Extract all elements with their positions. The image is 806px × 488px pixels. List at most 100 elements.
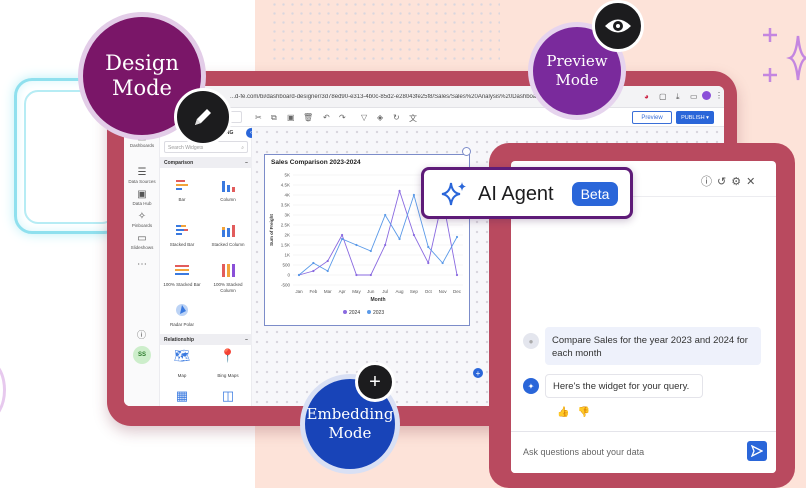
- widget-bar[interactable]: Bar: [160, 177, 204, 203]
- undo-icon[interactable]: ↶: [323, 113, 330, 122]
- legend-label: 2023: [373, 310, 384, 316]
- copy-icon[interactable]: ⧉: [271, 113, 277, 123]
- stacked-bar-icon: [160, 222, 204, 240]
- thumbs-up-icon[interactable]: 👍: [557, 407, 577, 418]
- ai-bot-icon: ✦: [523, 378, 539, 394]
- resize-handle[interactable]: [462, 147, 471, 156]
- help-icon[interactable]: ⓘ: [701, 176, 717, 188]
- x-tick-label: Dec: [453, 289, 462, 294]
- chart-title: Sales Comparison 2023-2024: [271, 159, 361, 166]
- widget-bing-maps[interactable]: 📍 Bing Maps: [206, 349, 250, 379]
- badge-line: Mode: [555, 71, 599, 89]
- dot-pattern: [270, 0, 500, 60]
- publish-button[interactable]: PUBLISH ▾: [676, 111, 714, 124]
- help-icon[interactable]: ⓘ: [137, 328, 146, 341]
- y-tick-label: 5K: [284, 173, 290, 178]
- section-label: Relationship: [164, 337, 195, 343]
- rail-label: Dashboards: [129, 143, 155, 148]
- rail-item-pinboards[interactable]: ✧ Pinboards: [124, 211, 160, 228]
- redo-icon[interactable]: ↷: [339, 113, 346, 122]
- more-vert-icon[interactable]: ⋮: [715, 91, 723, 100]
- data-point: [384, 243, 387, 247]
- paste-icon[interactable]: ▣: [287, 113, 295, 122]
- widget-layout[interactable]: ◫: [206, 388, 250, 406]
- refresh-icon[interactable]: ↻: [393, 113, 400, 122]
- slideshow-icon: ▭: [137, 233, 147, 244]
- widget-grid[interactable]: ▦: [160, 388, 204, 406]
- data-point: [312, 261, 315, 265]
- data-point: [355, 243, 358, 247]
- thumbs-down-icon[interactable]: 👎: [577, 407, 597, 418]
- ai-agent-title: AI Agent: [478, 183, 554, 205]
- data-point: [398, 189, 401, 193]
- column-chart-icon: [206, 177, 250, 195]
- y-tick-label: 2K: [284, 233, 290, 238]
- badge-line: Embedding: [306, 405, 394, 423]
- translate-icon[interactable]: 文: [409, 113, 417, 124]
- badge-line: Mode: [111, 76, 172, 100]
- delete-icon[interactable]: 🗑: [303, 113, 313, 122]
- widget-stacked-column[interactable]: Stacked Column: [206, 222, 250, 248]
- beta-badge: Beta: [572, 182, 618, 206]
- more-horiz-icon[interactable]: ⋯: [124, 259, 160, 270]
- widget-100-stacked-column[interactable]: 100% Stacked Column: [206, 262, 250, 293]
- data-point: [326, 259, 329, 263]
- pinboard-icon: ✧: [137, 211, 147, 222]
- widget-column[interactable]: Column: [206, 177, 250, 203]
- x-tick-label: Aug: [396, 289, 405, 294]
- add-widget-button[interactable]: +: [473, 368, 483, 378]
- widget-radar-polar[interactable]: Radar Polar: [160, 302, 204, 328]
- widget-label: Map: [177, 373, 187, 378]
- preview-button[interactable]: Preview: [632, 111, 672, 124]
- settings-icon[interactable]: ⚙: [731, 176, 746, 188]
- theme-icon[interactable]: ◈: [377, 113, 383, 122]
- rail-item-slideshows[interactable]: ▭ Slideshows: [124, 233, 160, 250]
- data-point: [340, 237, 344, 241]
- bar-chart-icon: [160, 177, 204, 195]
- ask-input[interactable]: Ask questions about your data: [523, 447, 644, 457]
- y-axis-label: Sum of Freight: [269, 214, 274, 246]
- extension-icon[interactable]: ◕: [644, 92, 649, 101]
- grid-icon: ▦: [175, 388, 189, 403]
- x-tick-label: Sep: [410, 289, 419, 294]
- pencil-icon: [174, 88, 232, 146]
- history-icon[interactable]: ↺: [717, 176, 731, 188]
- datasource-icon: ☰: [137, 167, 147, 178]
- data-point: [427, 245, 430, 249]
- rail-item-data-sources[interactable]: ☰ Data Sources: [124, 167, 160, 184]
- widget-label: Bar: [178, 197, 186, 202]
- world-map-icon: 🗺: [173, 348, 191, 363]
- y-tick-label: 4K: [284, 193, 290, 198]
- cut-icon[interactable]: ✂: [255, 113, 262, 122]
- eye-icon: [592, 0, 644, 52]
- send-button[interactable]: [747, 441, 767, 461]
- sparkle-icon: [441, 182, 466, 206]
- data-point: [369, 249, 372, 253]
- rail-label: Slideshows: [130, 245, 154, 250]
- avatar[interactable]: SS: [133, 346, 151, 364]
- percent-stacked-column-icon: [206, 262, 250, 280]
- profile-icon[interactable]: [702, 91, 711, 100]
- widget-label: Bing Maps: [217, 373, 239, 378]
- widget-100-stacked-bar[interactable]: 100% Stacked Bar: [160, 262, 204, 288]
- download-icon[interactable]: ⤓: [676, 92, 680, 102]
- widget-map[interactable]: 🗺 Map: [160, 348, 204, 379]
- window-icon[interactable]: ▭: [690, 92, 698, 101]
- collapse-icon: −: [245, 160, 248, 166]
- radar-chart-icon: [160, 302, 204, 320]
- x-tick-label: Mar: [324, 289, 332, 294]
- x-tick-label: Apr: [339, 289, 347, 294]
- url-text: ...d-fe.com/bi/dashboard-designer/3d78ed…: [230, 93, 550, 100]
- tabs-icon[interactable]: ▢: [659, 92, 667, 101]
- y-tick-label: 500: [282, 263, 290, 268]
- y-tick-label: 3K: [284, 213, 290, 218]
- layout-icon: ◫: [221, 388, 235, 403]
- filter-icon[interactable]: ▽: [361, 113, 367, 122]
- section-comparison[interactable]: Comparison −: [160, 157, 252, 168]
- close-icon[interactable]: ✕: [746, 176, 760, 188]
- widget-stacked-bar[interactable]: Stacked Bar: [160, 222, 204, 248]
- section-relationship[interactable]: Relationship −: [160, 334, 252, 345]
- legend-swatch: [343, 310, 347, 314]
- ai-header-actions: ⓘ↺⚙✕: [701, 173, 760, 189]
- rail-item-data-hub[interactable]: ▣ Data Hub: [124, 189, 160, 206]
